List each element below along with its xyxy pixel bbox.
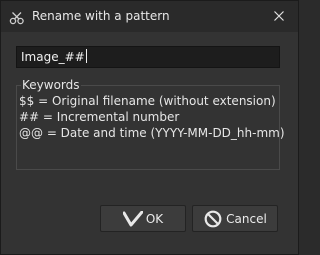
keyword-line-filename: $$ = Original filename (without extensio…	[19, 94, 276, 108]
ok-button-label: OK	[145, 211, 164, 226]
text-cursor	[85, 49, 87, 63]
keywords-group: Keywords $$ = Original filename (without…	[16, 78, 285, 170]
cancel-button[interactable]: Cancel	[192, 205, 278, 232]
checkmark-icon	[122, 210, 143, 226]
title-bar[interactable]: Rename with a pattern	[1, 1, 298, 32]
close-button[interactable]	[267, 5, 291, 27]
rename-dialog: Rename with a pattern Image_## Keywords …	[0, 0, 299, 255]
close-icon	[274, 11, 284, 21]
cancel-button-label: Cancel	[226, 211, 267, 226]
scissors-icon	[9, 10, 25, 25]
keywords-legend: Keywords	[21, 78, 81, 92]
keyword-line-datetime: @@ = Date and time (YYYY-MM-DD_hh-mm)	[19, 126, 285, 140]
window-title: Rename with a pattern	[32, 9, 170, 23]
keyword-line-number: ## = Incremental number	[19, 110, 180, 124]
no-entry-icon	[204, 210, 222, 227]
pattern-input-value: Image_##	[21, 50, 85, 64]
dialog-content: Image_## Keywords $$ = Original filename…	[1, 32, 298, 254]
ok-button[interactable]: OK	[100, 205, 186, 232]
pattern-input[interactable]: Image_##	[16, 46, 280, 68]
